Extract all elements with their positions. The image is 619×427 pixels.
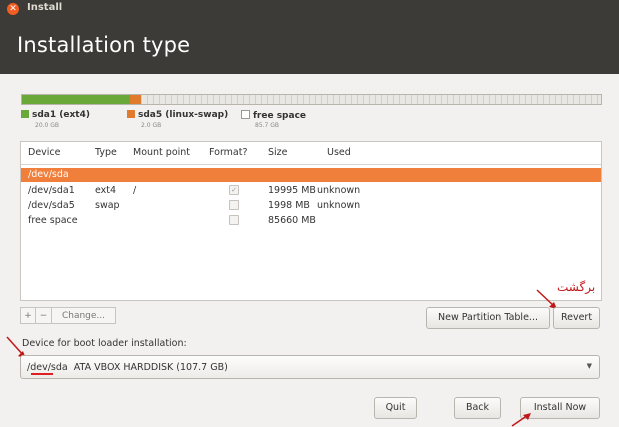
change-partition-button[interactable]: Change... bbox=[52, 307, 116, 324]
boot-device: /dev/sda bbox=[27, 362, 68, 373]
chevron-down-icon: ▼ bbox=[586, 362, 592, 370]
legend-sda5-size: 2.0 GB bbox=[141, 122, 162, 129]
legend-free-name: free space bbox=[253, 111, 307, 121]
page-header: Installation type bbox=[0, 18, 619, 74]
row-size: 85660 MB bbox=[268, 215, 316, 226]
row-size: 1998 MB bbox=[268, 200, 310, 211]
window-titlebar: ✕ Install bbox=[0, 0, 619, 18]
row-type: swap bbox=[95, 200, 120, 211]
table-row-sda1[interactable]: /dev/sda1 ext4 / ✓ 19995 MB unknown bbox=[21, 184, 601, 198]
table-row-sda[interactable]: /dev/sda bbox=[21, 168, 601, 182]
add-partition-button[interactable]: + bbox=[20, 307, 36, 324]
table-row-free-space[interactable]: free space 85660 MB bbox=[21, 214, 601, 228]
row-used: unknown bbox=[317, 185, 361, 196]
boot-loader-value: /dev/sda ATA VBOX HARDDISK (107.7 GB) bbox=[27, 362, 228, 373]
row-device: free space bbox=[28, 215, 78, 226]
col-size[interactable]: Size bbox=[268, 147, 288, 158]
row-mount: / bbox=[133, 185, 137, 196]
quit-button[interactable]: Quit bbox=[374, 397, 417, 419]
partition-table: Device Type Mount point Format? Size Use… bbox=[20, 141, 602, 301]
close-icon[interactable]: ✕ bbox=[7, 3, 19, 15]
row-type: ext4 bbox=[95, 185, 117, 196]
legend-sda5-name: sda5 (linux-swap) bbox=[138, 110, 229, 120]
format-checkbox[interactable]: ✓ bbox=[229, 185, 239, 195]
row-device: /dev/sda5 bbox=[28, 200, 75, 211]
back-button[interactable]: Back bbox=[454, 397, 501, 419]
page-title: Installation type bbox=[17, 33, 191, 57]
boot-loader-label: Device for boot loader installation: bbox=[22, 338, 187, 349]
legend-sda1-name: sda1 (ext4) bbox=[32, 110, 90, 120]
legend-sda1-size: 20.0 GB bbox=[35, 122, 60, 129]
legend-free: free space 85.7 GB bbox=[241, 110, 307, 129]
col-format[interactable]: Format? bbox=[209, 147, 248, 158]
boot-device-desc: ATA VBOX HARDDISK (107.7 GB) bbox=[73, 362, 228, 373]
row-size: 19995 MB bbox=[268, 185, 316, 196]
new-partition-table-button[interactable]: New Partition Table... bbox=[426, 307, 550, 329]
free-swatch bbox=[241, 110, 250, 119]
revert-button[interactable]: Revert bbox=[553, 307, 600, 329]
col-mount-point[interactable]: Mount point bbox=[133, 147, 190, 158]
table-row-sda5[interactable]: /dev/sda5 swap 1998 MB unknown bbox=[21, 199, 601, 213]
annotation-underline bbox=[31, 373, 53, 375]
legend-sda1: sda1 (ext4) 20.0 GB bbox=[21, 110, 90, 129]
row-device: /dev/sda bbox=[28, 169, 69, 180]
col-type[interactable]: Type bbox=[95, 147, 117, 158]
boot-loader-select[interactable]: /dev/sda ATA VBOX HARDDISK (107.7 GB) ▼ bbox=[20, 355, 600, 379]
col-device[interactable]: Device bbox=[28, 147, 61, 158]
row-used: unknown bbox=[317, 200, 361, 211]
col-used[interactable]: Used bbox=[327, 147, 351, 158]
format-checkbox bbox=[229, 215, 239, 225]
sda5-segment bbox=[130, 95, 141, 104]
remove-partition-button[interactable]: − bbox=[36, 307, 52, 324]
legend-sda5: sda5 (linux-swap) 2.0 GB bbox=[127, 110, 229, 129]
format-checkbox[interactable] bbox=[229, 200, 239, 210]
sda1-segment bbox=[22, 95, 130, 104]
window-title: Install bbox=[27, 2, 63, 13]
table-header: Device Type Mount point Format? Size Use… bbox=[21, 142, 601, 165]
disk-usage-bar bbox=[21, 94, 602, 105]
sda5-swatch bbox=[127, 110, 135, 118]
row-device: /dev/sda1 bbox=[28, 185, 75, 196]
sda1-swatch bbox=[21, 110, 29, 118]
legend-free-size: 85.7 GB bbox=[255, 122, 280, 129]
annotation-arrow-install bbox=[511, 413, 531, 427]
